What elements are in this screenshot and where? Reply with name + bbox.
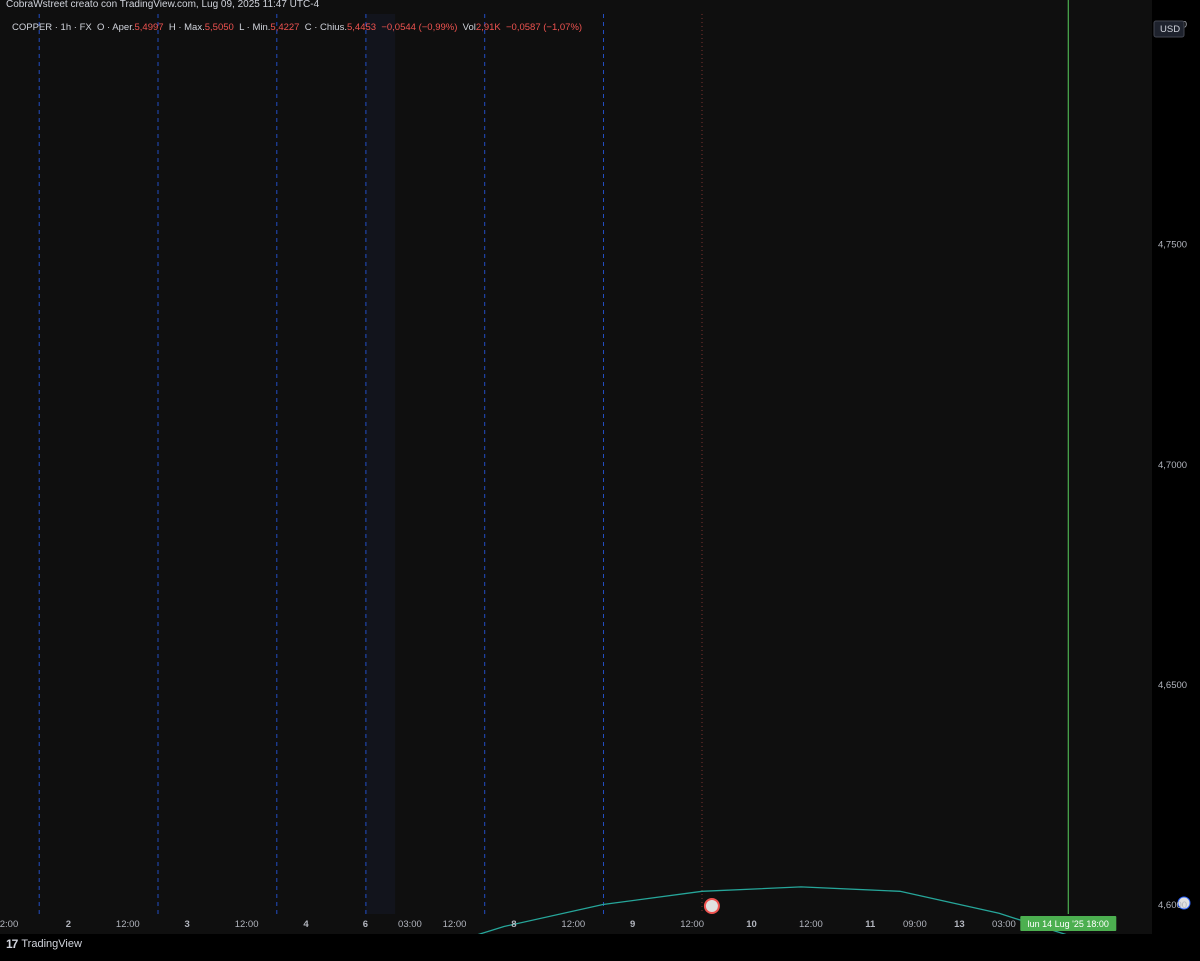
weekend-band: [365, 14, 396, 914]
change-value: −0,0544 (−0,99%): [381, 22, 458, 33]
open-label: O · Aper.: [97, 22, 135, 33]
time-tick-label: 10: [746, 919, 757, 930]
event-marker-icon: [703, 898, 720, 914]
high-label: H · Max.: [168, 22, 205, 33]
time-tick-label: 12:00: [680, 919, 704, 930]
time-tick-label: 12:00: [561, 919, 585, 930]
crosshair-date-label: lun 14 Lug '25 18:00: [1028, 919, 1109, 929]
time-tick-label: 03:00: [398, 919, 422, 930]
symbol-info[interactable]: COPPER · 1h · FX: [12, 22, 92, 33]
time-tick-label: 4: [303, 919, 309, 930]
time-tick-label: 03:00: [992, 919, 1016, 930]
chart-header: CobraWstreet creato con TradingView.com,…: [0, 0, 1200, 33]
time-tick-label: 2:00: [0, 919, 18, 930]
high-value: 5,5050: [204, 22, 234, 33]
time-tick-label: 9: [630, 919, 635, 930]
chart-area[interactable]: 4,60004,65004,70004,75004,80004,85004,90…: [0, 0, 1200, 961]
creator-line: CobraWstreet creato con TradingView.com,…: [6, 0, 320, 10]
time-tick-label: 11: [865, 919, 876, 930]
time-tick-label: 12:00: [116, 919, 140, 930]
time-tick-label: 6: [363, 919, 368, 930]
tradingview-logo-icon: 17: [6, 937, 18, 951]
low-label: L · Min.: [239, 22, 271, 33]
close-label: C · Chius.: [304, 22, 347, 33]
price-tick-label: 4,6000: [1158, 900, 1187, 911]
tradingview-brand: TradingView: [21, 938, 82, 950]
vol-value: 2,91K: [475, 22, 501, 33]
price-tick-label: 4,7000: [1158, 460, 1187, 471]
candlestick-chart[interactable]: 4,60004,65004,70004,75004,80004,85004,90…: [0, 0, 1200, 961]
close-value: 5,4453: [346, 22, 377, 33]
price-tick-label: 4,7500: [1158, 240, 1187, 251]
currency-label: USD: [1160, 24, 1180, 35]
price-tick-label: 4,6500: [1158, 680, 1187, 691]
time-tick-label: 8: [511, 919, 516, 930]
low-value: 5,4227: [270, 22, 300, 33]
vol-change: −0,0587 (−1,07%): [506, 22, 583, 33]
time-tick-label: 12:00: [443, 919, 467, 930]
time-tick-label: 2: [66, 919, 71, 930]
time-tick-label: 12:00: [235, 919, 259, 930]
ohlc-line: COPPER · 1h · FX O · Aper.5,4997 H · Max…: [12, 18, 582, 38]
chart-background: [0, 0, 1200, 956]
time-tick-label: 12:00: [799, 919, 823, 930]
time-tick-label: 3: [185, 919, 190, 930]
vol-label: Vol: [462, 22, 476, 33]
time-tick-label: 13: [954, 919, 965, 930]
price-axis-background: [1152, 0, 1200, 956]
time-tick-label: 09:00: [903, 919, 927, 930]
tradingview-logo[interactable]: 17 TradingView: [6, 937, 82, 951]
footer-bar: [0, 934, 1200, 956]
open-value: 5,4997: [134, 22, 164, 33]
